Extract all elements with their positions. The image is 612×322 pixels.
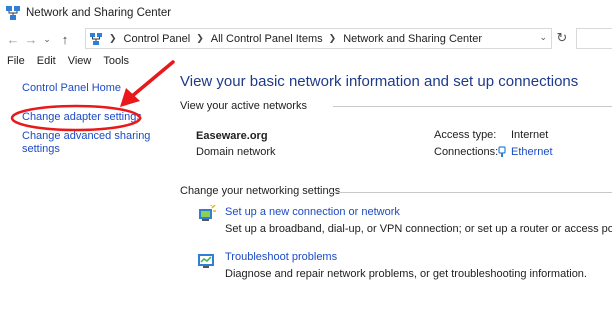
sidebar: Control Panel Home Change adapter settin… (0, 71, 168, 322)
breadcrumb-all-items[interactable]: All Control Panel Items (211, 33, 323, 45)
menu-view[interactable]: View (68, 55, 92, 67)
breadcrumb-network-center[interactable]: Network and Sharing Center (343, 33, 482, 45)
refresh-icon[interactable]: ↻ (554, 28, 570, 48)
chevron-right-icon[interactable]: ❯ (109, 33, 117, 44)
back-arrow-icon[interactable]: ← (4, 30, 22, 48)
connections-label: Connections: (434, 146, 499, 158)
setup-new-connection-description: Set up a broadband, dial-up, or VPN conn… (225, 223, 612, 235)
up-arrow-icon[interactable]: ↑ (56, 30, 74, 48)
main-content: View your basic network information and … (180, 71, 612, 322)
network-name: Easeware.org (196, 130, 268, 142)
window-title: Network and Sharing Center (26, 7, 172, 19)
sidebar-link-control-panel-home[interactable]: Control Panel Home (22, 82, 121, 95)
change-settings-heading: Change your networking settings (180, 185, 341, 197)
breadcrumb-control-panel[interactable]: Control Panel (124, 33, 191, 45)
troubleshoot-icon (198, 254, 214, 268)
title-bar: Network and Sharing Center (0, 0, 612, 26)
sidebar-link-change-adapter-settings[interactable]: Change adapter settings (22, 111, 142, 124)
active-networks-heading: View your active networks (180, 100, 307, 112)
ethernet-icon (498, 146, 506, 157)
recent-locations-chevron-icon[interactable]: ⌄ (40, 30, 54, 48)
network-type: Domain network (196, 146, 276, 158)
section-divider (333, 106, 612, 107)
troubleshoot-problems-link[interactable]: Troubleshoot problems (225, 251, 337, 263)
forward-arrow-icon[interactable]: → (22, 30, 40, 48)
access-type-label: Access type: (434, 129, 497, 141)
new-connection-icon (199, 205, 216, 221)
menu-edit[interactable]: Edit (37, 55, 56, 67)
page-title: View your basic network information and … (180, 73, 579, 90)
control-panel-icon (90, 32, 102, 45)
section-divider (328, 192, 612, 193)
address-bar[interactable]: ❯ Control Panel ❯ All Control Panel Item… (85, 28, 552, 49)
access-type-value: Internet (511, 129, 549, 141)
address-dropdown-chevron-icon[interactable]: ⌄ (539, 32, 547, 43)
address-row: ← → ⌄ ↑ ❯ Control Panel ❯ All Control Pa… (0, 27, 612, 51)
menu-file[interactable]: File (7, 55, 25, 67)
menu-tools[interactable]: Tools (103, 55, 129, 67)
sidebar-link-advanced-sharing-settings[interactable]: Change advanced sharing settings (22, 130, 157, 156)
menu-bar: File Edit View Tools (0, 51, 612, 71)
connection-ethernet-link[interactable]: Ethernet (511, 146, 553, 158)
chevron-right-icon[interactable]: ❯ (329, 33, 337, 44)
troubleshoot-problems-description: Diagnose and repair network problems, or… (225, 268, 587, 280)
setup-new-connection-link[interactable]: Set up a new connection or network (225, 206, 400, 218)
chevron-right-icon[interactable]: ❯ (196, 33, 204, 44)
search-input[interactable] (576, 28, 612, 49)
network-center-icon (6, 6, 20, 20)
